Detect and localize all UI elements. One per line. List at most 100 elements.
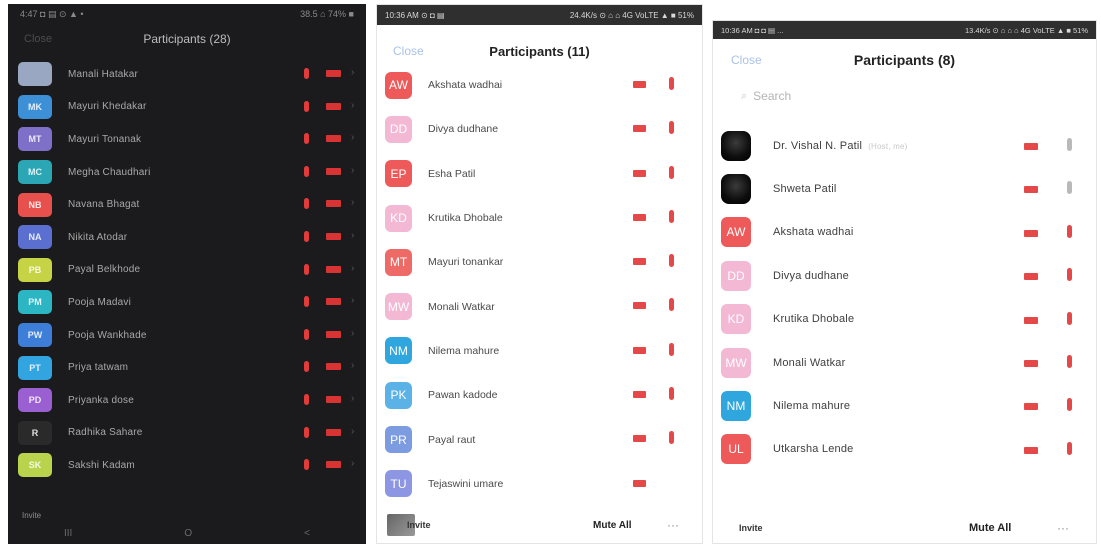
invite-button[interactable]: Invite <box>22 511 41 520</box>
video-off-icon[interactable] <box>1024 143 1038 150</box>
participant-row[interactable]: NM Nilema mahure <box>377 329 702 373</box>
participant-row[interactable]: MW Monali Watkar <box>377 284 702 328</box>
video-off-icon[interactable] <box>326 232 341 240</box>
video-off-icon[interactable] <box>633 258 646 266</box>
video-off-icon[interactable] <box>326 135 341 143</box>
participant-row[interactable]: PW Pooja Wankhade › <box>8 319 366 352</box>
mic-muted-icon[interactable] <box>304 328 309 340</box>
mic-muted-icon[interactable] <box>304 296 309 308</box>
video-off-icon[interactable] <box>633 302 646 310</box>
close-button[interactable]: Close <box>393 44 424 58</box>
participant-row[interactable]: PT Priya tatwam › <box>8 351 366 384</box>
participant-row[interactable]: Manali Hatakar › <box>8 58 366 91</box>
mic-muted-icon[interactable] <box>669 254 674 268</box>
mic-muted-icon[interactable] <box>669 77 674 90</box>
video-off-icon[interactable] <box>326 70 341 77</box>
participant-row[interactable]: PB Payal Belkhode › <box>8 254 366 287</box>
mic-muted-icon[interactable] <box>1067 398 1072 412</box>
mic-muted-icon[interactable] <box>669 121 674 135</box>
mic-on-icon[interactable] <box>1067 138 1072 151</box>
search-input[interactable]: ⌕ Search <box>741 89 791 103</box>
mic-muted-icon[interactable] <box>304 165 309 177</box>
participant-row[interactable]: MT Mayuri tonankar <box>377 240 702 284</box>
participant-row[interactable]: AW Akshata wadhai <box>377 63 702 107</box>
mic-muted-icon[interactable] <box>304 198 309 210</box>
video-off-icon[interactable] <box>1024 316 1038 324</box>
mic-muted-icon[interactable] <box>304 263 309 275</box>
video-off-icon[interactable] <box>326 428 341 436</box>
mic-muted-icon[interactable] <box>669 165 674 179</box>
video-off-icon[interactable] <box>633 81 646 88</box>
participant-row[interactable]: PD Priyanka dose › <box>8 384 366 417</box>
participant-row[interactable]: R Radhika Sahare › <box>8 417 366 450</box>
video-off-icon[interactable] <box>633 125 646 133</box>
video-off-icon[interactable] <box>1024 359 1038 367</box>
mic-muted-icon[interactable] <box>304 230 309 242</box>
participant-row[interactable]: AW Akshata wadhai <box>713 211 1096 254</box>
video-off-icon[interactable] <box>1024 446 1038 454</box>
mic-muted-icon[interactable] <box>304 68 309 79</box>
video-off-icon[interactable] <box>633 435 646 443</box>
mic-muted-icon[interactable] <box>669 431 674 445</box>
mic-muted-icon[interactable] <box>1067 354 1072 368</box>
participant-row[interactable]: DD Divya dudhane <box>377 107 702 151</box>
video-off-icon[interactable] <box>326 461 341 469</box>
video-off-icon[interactable] <box>1024 186 1038 194</box>
video-off-icon[interactable] <box>1024 229 1038 237</box>
participant-row[interactable]: EP Esha Patil <box>377 152 702 196</box>
video-off-icon[interactable] <box>326 330 341 338</box>
participant-row[interactable]: TU Tejaswini umare <box>377 462 702 506</box>
participant-row[interactable]: MK Mayuri Khedakar › <box>8 91 366 124</box>
mic-muted-icon[interactable] <box>1067 224 1072 238</box>
participant-row[interactable]: PK Pawan kadode <box>377 373 702 417</box>
video-off-icon[interactable] <box>633 169 646 177</box>
video-off-icon[interactable] <box>326 298 341 306</box>
video-off-icon[interactable] <box>326 200 341 208</box>
participant-row[interactable]: Dr. Vishal N. Patil (Host, me) <box>713 124 1096 167</box>
video-off-icon[interactable] <box>326 167 341 175</box>
mic-muted-icon[interactable] <box>304 459 309 471</box>
video-off-icon[interactable] <box>326 395 341 403</box>
mic-muted-icon[interactable] <box>1067 441 1072 455</box>
participant-row[interactable]: NM Nilema mahure <box>713 384 1096 427</box>
mute-all-button[interactable]: Mute All <box>593 520 632 531</box>
mic-muted-icon[interactable] <box>669 387 674 401</box>
mic-muted-icon[interactable] <box>1067 268 1072 282</box>
video-off-icon[interactable] <box>633 213 646 221</box>
mic-muted-icon[interactable] <box>304 361 309 373</box>
video-off-icon[interactable] <box>633 479 646 487</box>
recent-apps-button[interactable]: III <box>64 528 72 539</box>
mic-muted-icon[interactable] <box>304 426 309 438</box>
participant-row[interactable]: Shweta Patil <box>713 167 1096 210</box>
participant-row[interactable]: MW Monali Watkar <box>713 341 1096 384</box>
mic-on-icon[interactable] <box>1067 181 1072 195</box>
mute-all-button[interactable]: Mute All <box>969 522 1011 534</box>
video-off-icon[interactable] <box>1024 273 1038 281</box>
participant-row[interactable]: DD Divya dudhane <box>713 254 1096 297</box>
video-off-icon[interactable] <box>326 363 341 371</box>
participant-row[interactable]: SK Sakshi Kadam › <box>8 449 366 482</box>
mic-muted-icon[interactable] <box>1067 311 1072 325</box>
mic-muted-icon[interactable] <box>669 342 674 356</box>
more-options-icon[interactable]: ··· <box>667 518 679 532</box>
participant-row[interactable]: PR Payal raut <box>377 417 702 461</box>
mic-muted-icon[interactable] <box>304 100 309 112</box>
mic-muted-icon[interactable] <box>304 133 309 145</box>
participant-row[interactable]: UL Utkarsha Lende <box>713 428 1096 471</box>
mic-muted-icon[interactable] <box>304 393 309 405</box>
video-off-icon[interactable] <box>1024 403 1038 411</box>
participant-row[interactable]: MT Mayuri Tonanak › <box>8 123 366 156</box>
invite-button[interactable]: Invite <box>739 523 763 533</box>
participant-row[interactable]: NA Nikita Atodar › <box>8 221 366 254</box>
video-off-icon[interactable] <box>326 265 341 273</box>
mic-muted-icon[interactable] <box>669 209 674 223</box>
video-off-icon[interactable] <box>633 391 646 399</box>
mic-muted-icon[interactable] <box>669 298 674 312</box>
video-off-icon[interactable] <box>326 102 341 110</box>
home-button[interactable]: O <box>184 528 192 539</box>
video-off-icon[interactable] <box>633 346 646 354</box>
participant-row[interactable]: KD Krutika Dhobale <box>377 196 702 240</box>
participant-row[interactable]: NB Navana Bhagat › <box>8 188 366 221</box>
close-button[interactable]: Close <box>731 53 762 67</box>
participant-row[interactable]: PM Pooja Madavi › <box>8 286 366 319</box>
